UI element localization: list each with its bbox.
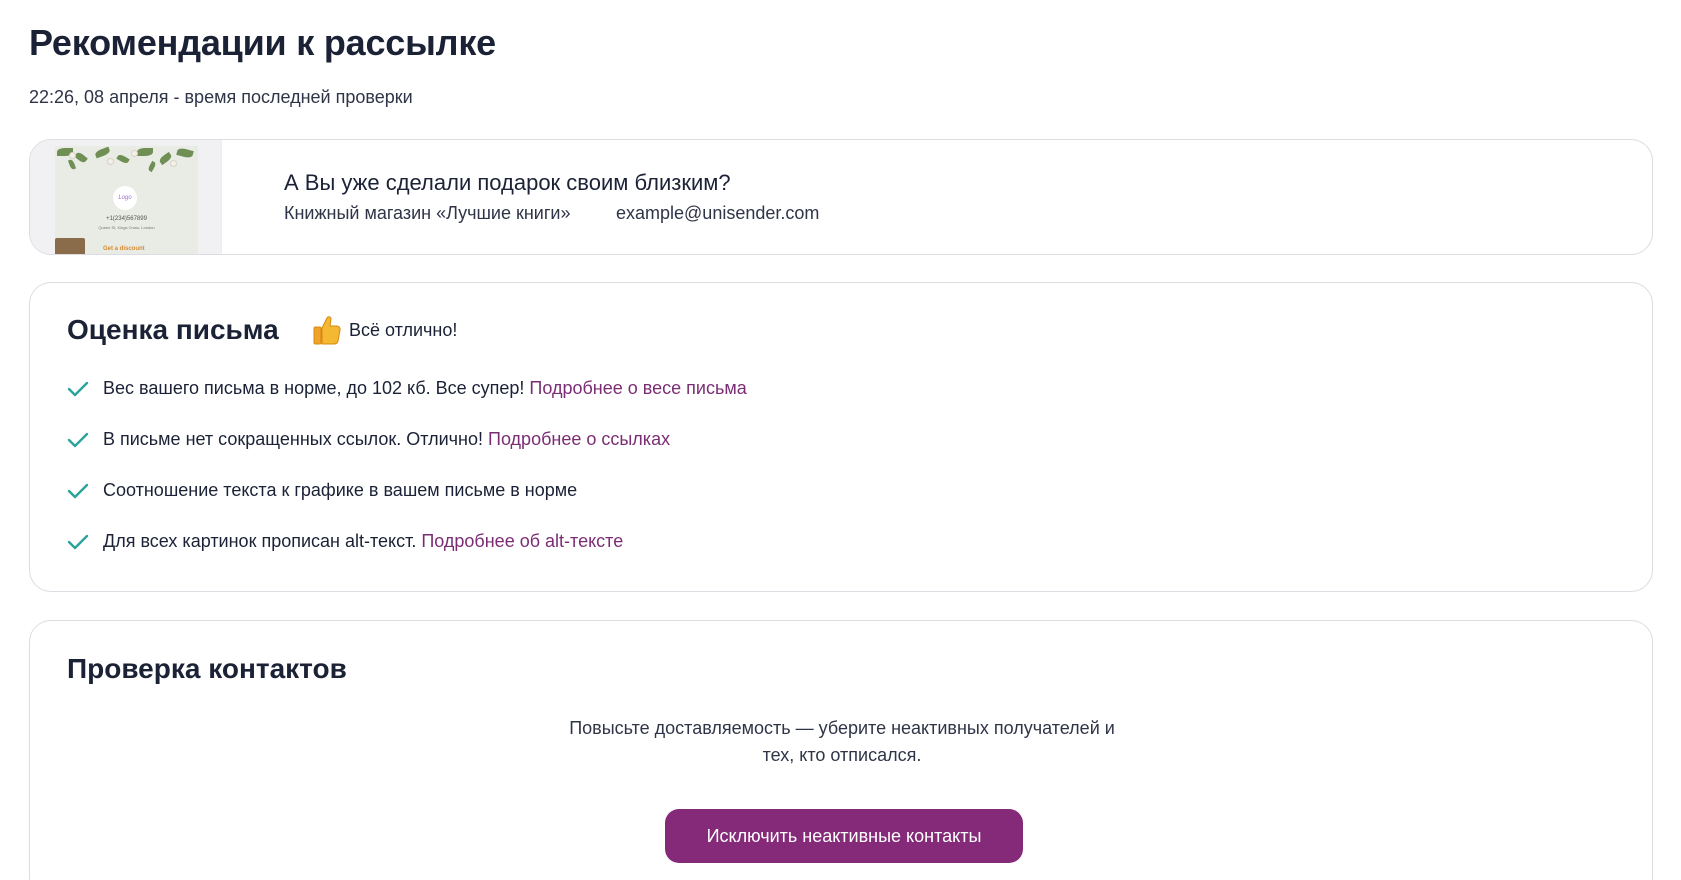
email-thumbnail[interactable]: Logo +1(234)567899 Queen St, Kings Cross…: [30, 140, 222, 254]
contacts-description-line: тех, кто отписался.: [762, 745, 922, 765]
contacts-description-line: Повысьте доставляемость — уберите неакти…: [569, 718, 1115, 738]
email-sender: Книжный магазин «Лучшие книги»: [284, 203, 571, 223]
evaluation-status: Всё отлично!: [313, 313, 457, 347]
last-check-time: 22:26, 08 апреля - время последней прове…: [29, 87, 413, 107]
check-icon: [67, 432, 89, 447]
list-item: Вес вашего письма в норме, до 102 кб. Вс…: [67, 363, 747, 414]
thumbnail-cta: Get a discount: [103, 246, 145, 252]
evaluation-status-text: Всё отлично!: [349, 319, 458, 340]
thumbs-up-icon: [313, 316, 341, 345]
email-sender-address: example@unisender.com: [616, 203, 820, 223]
thumbnail-address: Queen St, Kings Cross, London: [98, 225, 155, 230]
page-title: Рекомендации к рассылке: [29, 22, 496, 63]
list-item-text: Для всех картинок прописан alt-текст.: [103, 531, 417, 551]
alt-text-details-link[interactable]: Подробнее об alt-тексте: [421, 531, 623, 552]
list-item: Соотношение текста к графике в вашем пис…: [67, 465, 747, 516]
thumbnail-phone: +1(234)567899: [106, 216, 147, 222]
check-icon: [67, 534, 89, 549]
email-preview-card[interactable]: Logo +1(234)567899 Queen St, Kings Cross…: [29, 139, 1653, 255]
email-subject: А Вы уже сделали подарок своим близким?: [284, 170, 731, 195]
contacts-check-card: Проверка контактов Повысьте доставляемос…: [29, 620, 1653, 880]
list-item-text: Вес вашего письма в норме, до 102 кб. Вс…: [103, 378, 525, 398]
check-icon: [67, 483, 89, 498]
evaluation-card: Оценка письма Всё отлично! Вес вашего пи…: [29, 282, 1653, 592]
page: Рекомендации к рассылке 22:26, 08 апреля…: [0, 0, 1681, 880]
exclude-inactive-contacts-button[interactable]: Исключить неактивные контакты: [665, 809, 1023, 863]
contacts-description: Повысьте доставляемость — уберите неакти…: [30, 715, 1652, 769]
weight-details-link[interactable]: Подробнее о весе письма: [529, 378, 746, 399]
list-item-text: В письме нет сокращенных ссылок. Отлично…: [103, 429, 483, 449]
email-thumbnail-image: Logo +1(234)567899 Queen St, Kings Cross…: [55, 146, 198, 254]
evaluation-title: Оценка письма: [67, 314, 279, 345]
thumbnail-gift-image: [55, 238, 85, 254]
list-item-text: Соотношение текста к графике в вашем пис…: [103, 480, 578, 500]
list-item: Для всех картинок прописан alt-текст. По…: [67, 516, 747, 567]
thumbnail-logo: Logo: [113, 186, 137, 210]
check-icon: [67, 381, 89, 396]
links-details-link[interactable]: Подробнее о ссылках: [488, 429, 670, 450]
list-item: В письме нет сокращенных ссылок. Отлично…: [67, 414, 747, 465]
evaluation-list: Вес вашего письма в норме, до 102 кб. Вс…: [67, 363, 747, 567]
contacts-title: Проверка контактов: [67, 653, 347, 684]
